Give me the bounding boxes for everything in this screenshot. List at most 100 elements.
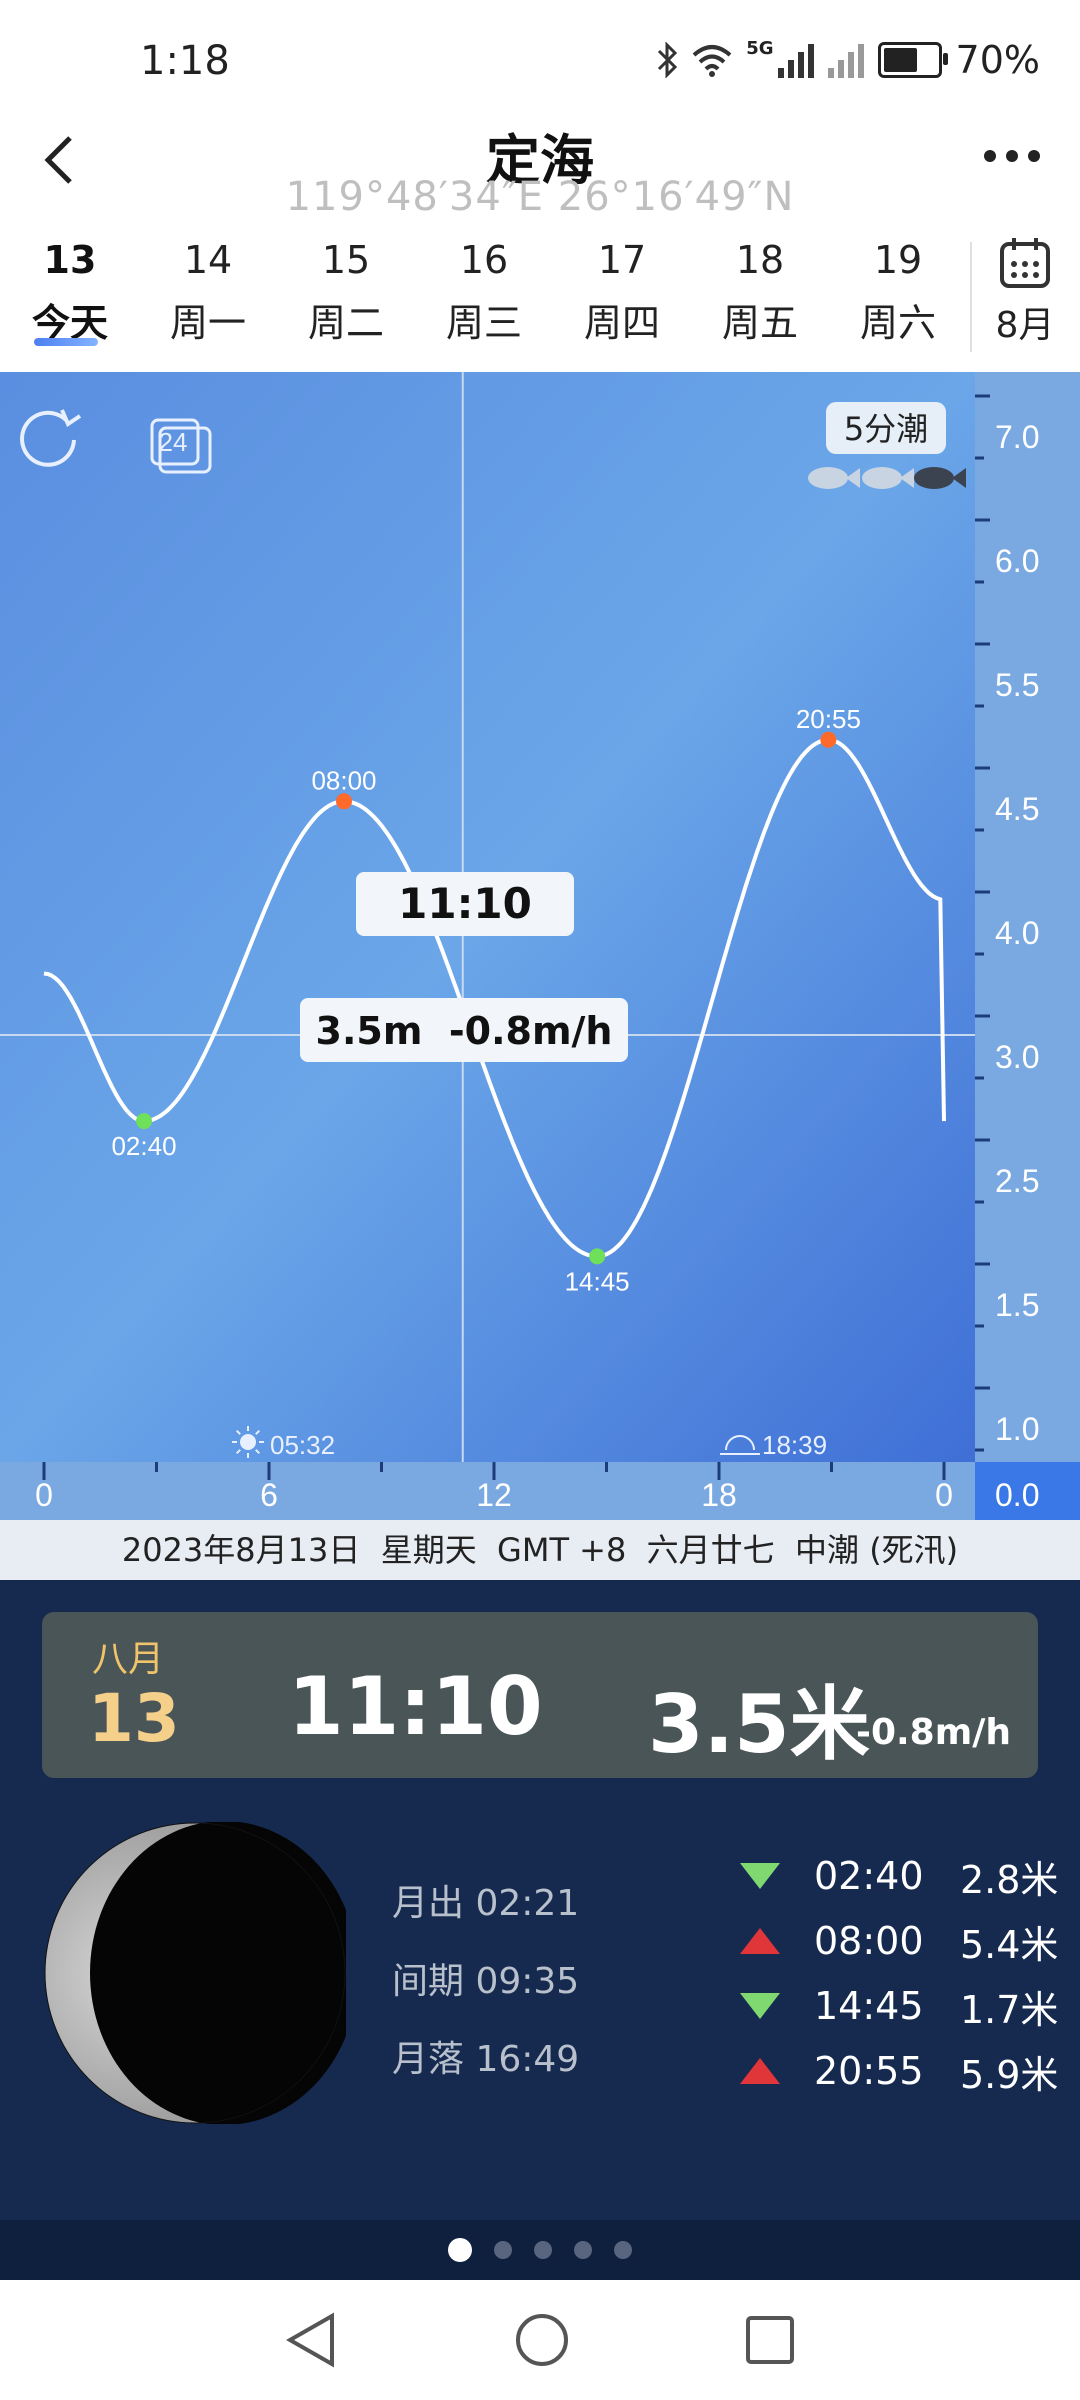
battery-percent: 70% — [955, 38, 1040, 82]
status-icons: 5G 70% — [656, 38, 1040, 82]
signal-secondary-icon — [827, 42, 864, 78]
y-tick-label: 6.0 — [995, 543, 1039, 579]
day-tab-4[interactable]: 17 周四 — [562, 232, 682, 347]
tide-height: 2.8米 — [960, 1857, 1059, 1902]
y-tick-label: 0.0 — [995, 1477, 1039, 1513]
low-tide-point — [136, 1113, 153, 1130]
date-strip: 13 今天 14 周一 15 周二 16 周三 17 周四 18 周五 19 周六 8月 — [0, 232, 1080, 372]
page-dot[interactable] — [614, 2241, 632, 2259]
moonset-label: 月落 16:49 — [392, 2039, 580, 2080]
calendar-button[interactable]: 8月 — [980, 236, 1070, 348]
day-weekday: 周二 — [307, 301, 384, 345]
extreme-time-label: 20:55 — [796, 704, 861, 734]
tide-row: 08:00 5.4米 — [740, 1913, 1058, 1969]
battery-icon — [877, 42, 948, 78]
x-tick-label: 0 — [35, 1477, 53, 1513]
tide-height: 5.9米 — [960, 2052, 1059, 2097]
tide-row: 02:40 2.8米 — [740, 1848, 1058, 1904]
y-tick-label: 4.0 — [995, 915, 1039, 951]
day-tab-0[interactable]: 13 今天 — [10, 232, 130, 347]
moon-period-label: 间期 09:35 — [392, 1961, 580, 2002]
summary-height: 3.5米 — [648, 1678, 870, 1771]
day-number: 17 — [597, 238, 647, 282]
y-tick-label: 3.0 — [995, 1039, 1039, 1075]
day-weekday: 周一 — [169, 301, 246, 345]
more-options-button[interactable] — [984, 150, 1040, 162]
page-dot[interactable] — [534, 2241, 552, 2259]
page-dot[interactable] — [574, 2241, 592, 2259]
tide-height: 5.4米 — [960, 1922, 1059, 1967]
x-tick-label: 0 — [935, 1477, 953, 1513]
moonrise-label: 月出 02:21 — [392, 1883, 580, 1924]
day-weekday: 周四 — [583, 301, 660, 345]
y-tick-label: 2.5 — [995, 1163, 1039, 1199]
tide-time: 14:45 — [814, 1984, 924, 2028]
day-tab-1[interactable]: 14 周一 — [148, 232, 268, 347]
page-dot[interactable] — [494, 2241, 512, 2259]
sunset-time: 18:39 — [762, 1430, 827, 1460]
cursor-value: 3.5m -0.8m/h — [316, 1009, 613, 1053]
extreme-time-label: 02:40 — [111, 1131, 176, 1161]
tide-height: 1.7米 — [960, 1987, 1059, 2032]
day-number: 13 — [43, 238, 97, 282]
page-dot[interactable] — [448, 2238, 472, 2262]
page-indicator — [0, 2220, 1080, 2280]
x-tick-label: 12 — [476, 1477, 512, 1513]
summary-day: 13 — [88, 1680, 180, 1757]
nav-back-icon[interactable] — [282, 2310, 338, 2370]
location-coordinates: 119°48′34″E 26°16′49″N — [285, 174, 795, 220]
nav-home-icon[interactable] — [512, 2310, 572, 2370]
day-weekday: 周三 — [445, 301, 522, 345]
moon-phase-icon — [44, 1822, 346, 2124]
day-number: 19 — [873, 238, 923, 282]
high-tide-point — [820, 731, 837, 748]
tide-chart[interactable]: 7.0 6.0 5.5 4.5 4.0 3.0 2.5 1.5 1.0 0.0 0 6 12 18 0 0… — [0, 372, 1080, 1520]
tide-time: 20:55 — [814, 2049, 924, 2093]
low-tide-icon — [740, 1993, 780, 2019]
high-tide-point — [336, 793, 352, 810]
day-tab-6[interactable]: 19 周六 — [838, 232, 958, 347]
summary-time: 11:10 — [288, 1660, 543, 1753]
day-number: 14 — [183, 238, 233, 282]
wifi-icon — [692, 45, 732, 77]
tide-type-badge[interactable]: 5分潮 — [826, 402, 946, 454]
date-info-strip: 2023年8月13日 星期天 GMT +8 六月廿七 中潮 (死汛) — [0, 1520, 1080, 1580]
day-weekday: 周五 — [721, 301, 798, 345]
day-number: 18 — [735, 238, 785, 282]
fishing-rating-icons — [808, 467, 966, 489]
network-type-label: 5G — [746, 38, 774, 59]
tide-row: 14:45 1.7米 — [740, 1978, 1058, 2034]
day-tab-5[interactable]: 18 周五 — [700, 232, 820, 347]
active-day-indicator — [34, 338, 98, 346]
day-tab-3[interactable]: 16 周三 — [424, 232, 544, 347]
tide-time: 08:00 — [814, 1919, 924, 1963]
y-tick-label: 1.5 — [995, 1287, 1039, 1323]
high-tide-icon — [740, 1928, 780, 1954]
toggle-24h-label: 24 — [159, 427, 188, 457]
sunrise-icon — [232, 1426, 264, 1458]
divider — [970, 242, 972, 352]
low-tide-icon — [740, 1863, 780, 1889]
tide-time: 02:40 — [814, 1854, 924, 1898]
battery-level — [883, 48, 918, 72]
nav-recents-icon[interactable] — [742, 2312, 798, 2368]
y-tick-label: 1.0 — [995, 1411, 1039, 1447]
cursor-time: 11:10 — [398, 879, 532, 928]
day-weekday: 周六 — [859, 301, 936, 345]
bluetooth-icon — [658, 42, 678, 78]
status-time: 1:18 — [140, 38, 230, 84]
low-tide-point — [589, 1248, 606, 1265]
x-tick-label: 18 — [701, 1477, 737, 1513]
tide-row: 20:55 5.9米 — [740, 2043, 1058, 2099]
day-tab-2[interactable]: 15 周二 — [286, 232, 406, 347]
extreme-time-label: 08:00 — [311, 765, 376, 795]
x-tick-label: 6 — [260, 1477, 278, 1513]
y-tick-label: 5.5 — [995, 667, 1039, 703]
y-tick-label: 4.5 — [995, 791, 1039, 827]
y-tick-label: 7.0 — [995, 419, 1039, 455]
navigation-bar — [0, 2280, 1080, 2400]
calendar-month-label: 8月 — [995, 305, 1055, 346]
summary-month: 八月 — [92, 1639, 165, 1680]
day-number: 15 — [321, 238, 371, 282]
tide-type-label: 5分潮 — [844, 410, 928, 448]
